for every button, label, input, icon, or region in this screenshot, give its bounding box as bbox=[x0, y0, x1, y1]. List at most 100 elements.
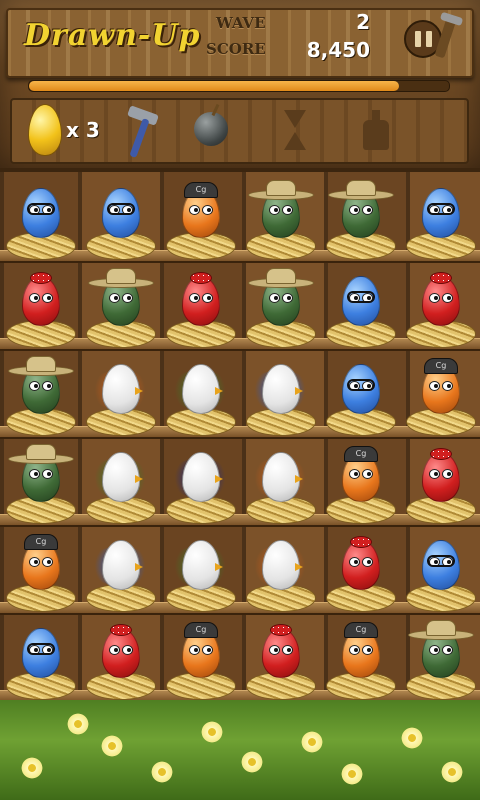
egg-cell[interactable] bbox=[320, 260, 400, 350]
eyes-icon bbox=[109, 645, 133, 655]
pause-icon bbox=[414, 31, 421, 47]
egg-cell[interactable]: Cg bbox=[160, 172, 240, 262]
hammer-icon[interactable] bbox=[122, 104, 162, 158]
beak-icon bbox=[135, 387, 143, 395]
eyes-icon bbox=[349, 645, 373, 655]
egg-cell[interactable] bbox=[400, 436, 480, 526]
flower-icon bbox=[400, 726, 424, 750]
egg-cell[interactable] bbox=[160, 260, 240, 350]
egg-cell[interactable] bbox=[400, 524, 480, 614]
egg-cell[interactable] bbox=[80, 612, 160, 702]
score-value: 8,450 bbox=[306, 38, 370, 62]
cap-hat-icon: Cg bbox=[184, 622, 218, 638]
grass-ground bbox=[0, 700, 480, 800]
eyes-icon bbox=[269, 205, 293, 215]
egg-cell[interactable] bbox=[400, 172, 480, 262]
egg-grid: Cg Cg Cg Cg Cg Cg bbox=[0, 172, 480, 712]
egg-cell[interactable] bbox=[0, 612, 80, 702]
beak-icon bbox=[215, 387, 223, 395]
egg-cell[interactable] bbox=[80, 524, 160, 614]
eyes-icon bbox=[29, 293, 53, 303]
egg-cell[interactable] bbox=[160, 348, 240, 438]
blue-egg-icon bbox=[22, 188, 60, 238]
beak-icon bbox=[295, 475, 303, 483]
egg-cell[interactable] bbox=[320, 524, 400, 614]
blue-egg-icon bbox=[102, 188, 140, 238]
game-title: Drawn-Up bbox=[24, 18, 201, 53]
top-panel: Drawn-Up WAVE SCORE 2 8,450 x 3 bbox=[0, 0, 480, 172]
egg-cell[interactable] bbox=[0, 348, 80, 438]
flower-icon bbox=[20, 756, 44, 780]
egg-cell[interactable]: Cg bbox=[320, 612, 400, 702]
count-value: 3 bbox=[85, 118, 100, 142]
cowboy-hat-icon bbox=[328, 180, 394, 200]
egg-cell[interactable] bbox=[240, 260, 320, 350]
egg-cell[interactable]: Cg bbox=[320, 436, 400, 526]
polka-bow-icon bbox=[190, 272, 212, 284]
flower-icon bbox=[200, 720, 224, 744]
blue-egg-icon bbox=[422, 540, 460, 590]
egg-cell[interactable]: Cg bbox=[0, 524, 80, 614]
cowboy-hat-icon bbox=[248, 268, 314, 288]
eyes-icon bbox=[429, 645, 453, 655]
eyes-icon bbox=[189, 205, 213, 215]
bottle-icon[interactable] bbox=[363, 110, 389, 150]
egg-cell[interactable] bbox=[320, 348, 400, 438]
egg-cell[interactable] bbox=[80, 172, 160, 262]
bottle-neck bbox=[372, 110, 380, 120]
egg-cell[interactable] bbox=[400, 260, 480, 350]
egg-cell[interactable]: Cg bbox=[400, 348, 480, 438]
bomb-icon[interactable] bbox=[194, 112, 228, 146]
cap-hat-icon: Cg bbox=[24, 534, 58, 550]
eyes-icon bbox=[429, 293, 453, 303]
egg-cell[interactable] bbox=[0, 260, 80, 350]
beak-icon bbox=[135, 475, 143, 483]
hammer-handle bbox=[129, 118, 150, 158]
egg-cell[interactable] bbox=[240, 348, 320, 438]
eyes-icon bbox=[189, 645, 213, 655]
glasses-icon bbox=[347, 291, 375, 303]
wave-value: 2 bbox=[356, 10, 370, 34]
egg-cell[interactable] bbox=[80, 260, 160, 350]
count-prefix: x bbox=[66, 118, 79, 142]
egg-cell[interactable] bbox=[160, 436, 240, 526]
flower-icon bbox=[300, 730, 324, 754]
cowboy-hat-icon bbox=[88, 268, 154, 288]
hourglass-icon[interactable] bbox=[284, 110, 306, 150]
egg-cell[interactable] bbox=[240, 172, 320, 262]
egg-cell[interactable]: Cg bbox=[160, 612, 240, 702]
beak-icon bbox=[295, 563, 303, 571]
glasses-icon bbox=[27, 203, 55, 215]
beak-icon bbox=[215, 475, 223, 483]
egg-cell[interactable] bbox=[0, 436, 80, 526]
beak-icon bbox=[215, 563, 223, 571]
egg-cell[interactable] bbox=[240, 612, 320, 702]
glasses-icon bbox=[347, 379, 375, 391]
egg-cell[interactable] bbox=[80, 436, 160, 526]
polka-bow-icon bbox=[270, 624, 292, 636]
eyes-icon bbox=[29, 557, 53, 567]
egg-cell[interactable] bbox=[400, 612, 480, 702]
eyes-icon bbox=[269, 293, 293, 303]
cap-hat-icon: Cg bbox=[344, 446, 378, 462]
flower-icon bbox=[100, 734, 124, 758]
flower-icon bbox=[340, 762, 364, 786]
egg-cell[interactable] bbox=[240, 436, 320, 526]
egg-cell[interactable] bbox=[80, 348, 160, 438]
egg-cell[interactable] bbox=[320, 172, 400, 262]
wave-label: WAVE bbox=[216, 14, 266, 32]
wave-progress-fill bbox=[29, 81, 399, 91]
blue-egg-icon bbox=[422, 188, 460, 238]
flower-icon bbox=[66, 712, 90, 736]
cap-hat-icon: Cg bbox=[344, 622, 378, 638]
eyes-icon bbox=[29, 469, 53, 479]
egg-cell[interactable] bbox=[0, 172, 80, 262]
eyes-icon bbox=[29, 381, 53, 391]
egg-cell[interactable] bbox=[160, 524, 240, 614]
egg-cell[interactable] bbox=[240, 524, 320, 614]
eyes-icon bbox=[269, 645, 293, 655]
score-label: SCORE bbox=[206, 40, 266, 58]
blue-egg-icon bbox=[342, 276, 380, 326]
polka-bow-icon bbox=[110, 624, 132, 636]
cowboy-hat-icon bbox=[8, 356, 74, 376]
